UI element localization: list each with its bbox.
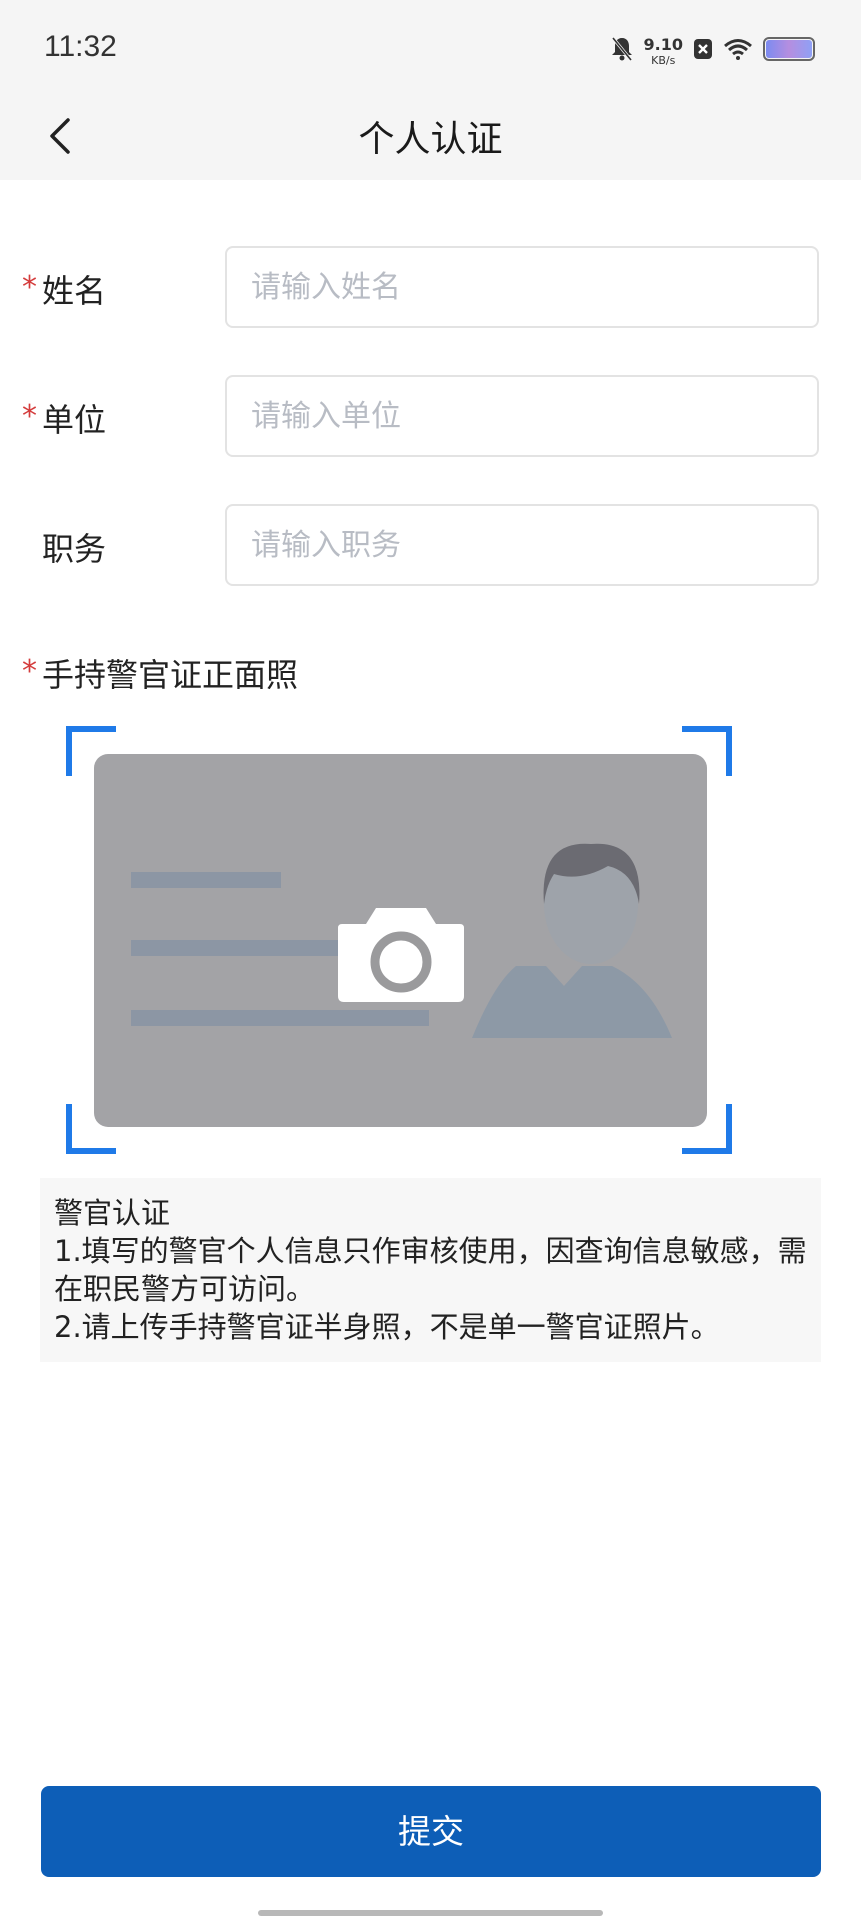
page-title: 个人认证 bbox=[358, 119, 503, 160]
photo-label-row: * 手持警官证正面照 bbox=[0, 648, 861, 698]
position-label: 职务 bbox=[42, 530, 107, 568]
notice-line-1: 1.填写的警官个人信息只作审核使用，因查询信息敏感，需在职民警方可访问。 bbox=[54, 1234, 807, 1306]
unit-input[interactable] bbox=[225, 375, 819, 457]
photo-label: 手持警官证正面照 bbox=[42, 656, 299, 694]
network-speed-unit: KB/s bbox=[651, 53, 676, 67]
network-speed-value: 9.10 bbox=[643, 34, 683, 54]
position-input[interactable] bbox=[225, 504, 819, 586]
form-row-unit: * 单位 bbox=[0, 375, 861, 459]
card-text-line bbox=[131, 940, 341, 956]
required-mark: * bbox=[22, 399, 37, 434]
status-time: 11:32 bbox=[44, 30, 117, 63]
card-text-line bbox=[131, 872, 281, 888]
notice-line-2: 2.请上传手持警官证半身照，不是单一警官证照片。 bbox=[54, 1310, 720, 1344]
network-speed: 9.10 KB/s bbox=[643, 34, 683, 67]
required-mark: * bbox=[22, 654, 37, 689]
status-icons: 9.10 KB/s bbox=[610, 34, 817, 68]
status-bar: 11:32 9.10 KB/s bbox=[0, 0, 861, 100]
id-card-placeholder bbox=[94, 754, 707, 1127]
name-input[interactable] bbox=[225, 246, 819, 328]
submit-button[interactable]: 提交 bbox=[41, 1786, 821, 1877]
unit-label: 单位 bbox=[42, 401, 107, 439]
required-mark: * bbox=[22, 270, 37, 305]
notice-box: 警官认证 1.填写的警官个人信息只作审核使用，因查询信息敏感，需在职民警方可访问… bbox=[40, 1178, 821, 1362]
name-label: 姓名 bbox=[42, 272, 107, 310]
bell-muted-icon bbox=[610, 36, 634, 66]
notice-title: 警官认证 bbox=[54, 1196, 171, 1230]
battery-icon bbox=[763, 37, 817, 65]
card-text-line bbox=[131, 1010, 429, 1026]
photo-upload-area[interactable] bbox=[66, 726, 732, 1154]
form-row-position: 职务 bbox=[0, 504, 861, 588]
wifi-icon bbox=[723, 38, 753, 64]
home-indicator bbox=[258, 1910, 603, 1916]
avatar-silhouette bbox=[472, 843, 672, 1038]
sim-x-icon bbox=[693, 38, 713, 64]
form-row-name: * 姓名 bbox=[0, 246, 861, 330]
camera-icon bbox=[336, 900, 466, 1008]
